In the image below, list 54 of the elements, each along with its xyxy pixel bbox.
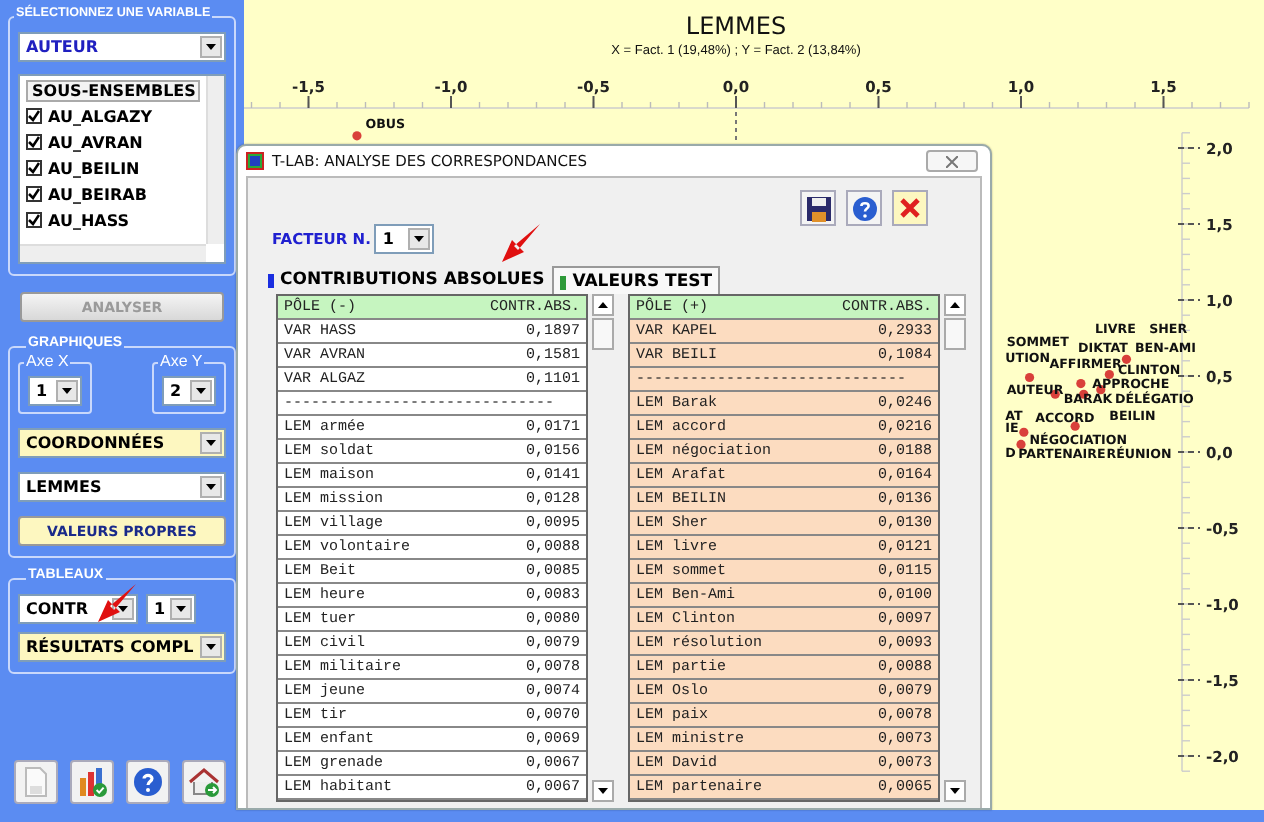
list-item[interactable]: AU_AVRAN	[48, 133, 143, 151]
scrollbar[interactable]	[206, 76, 224, 244]
axis-y-select[interactable]: 2	[162, 376, 216, 406]
factor-select[interactable]: 1	[146, 594, 196, 624]
caret-icon[interactable]	[200, 636, 222, 658]
checkbox[interactable]	[26, 134, 42, 150]
list-item[interactable]: AU_HASS	[48, 211, 129, 229]
save-icon[interactable]	[800, 190, 836, 226]
scroll-thumb[interactable]	[944, 318, 966, 350]
down-arrow-icon[interactable]	[950, 788, 960, 794]
checkbox[interactable]	[26, 160, 42, 176]
variable-select[interactable]: AUTEUR	[18, 32, 226, 62]
lemmas-select[interactable]: LEMMES	[18, 472, 226, 502]
scroll-thumb[interactable]	[592, 318, 614, 350]
caret-icon[interactable]	[200, 476, 222, 498]
chart-check-icon[interactable]	[70, 760, 114, 804]
down-arrow-icon[interactable]	[598, 788, 608, 794]
table-select[interactable]: CONTR	[18, 594, 138, 624]
subset-list[interactable]: SOUS-ENSEMBLES AU_ALGAZY AU_AVRAN AU_BEILIN AU_BEIRAB AU_HASS	[18, 74, 226, 264]
caret-icon[interactable]	[170, 598, 192, 620]
pointer-arrow-icon	[94, 582, 138, 626]
list-item[interactable]: AU_BEIRAB	[48, 185, 147, 203]
scrollbar[interactable]	[944, 294, 966, 802]
checkbox[interactable]	[26, 108, 42, 124]
list-item[interactable]: AU_ALGAZY	[48, 107, 153, 125]
close-icon[interactable]	[926, 150, 978, 172]
app-icon	[246, 152, 264, 170]
caret-icon[interactable]	[200, 432, 222, 454]
caret-icon[interactable]	[408, 228, 431, 250]
results-select[interactable]: RÉSULTATS COMPL	[18, 632, 226, 662]
factor-select[interactable]: 1	[374, 224, 435, 254]
coordinates-select[interactable]: COORDONNÉES	[18, 428, 226, 458]
checkbox[interactable]	[26, 186, 42, 202]
close-icon[interactable]	[892, 190, 928, 226]
checkbox[interactable]	[26, 212, 42, 228]
zero-line	[735, 111, 737, 145]
axis-label: Axe Y	[158, 352, 205, 370]
caret-icon[interactable]	[56, 380, 78, 402]
list-item[interactable]: AU_BEILIN	[48, 159, 140, 177]
list-header: SOUS-ENSEMBLES	[26, 80, 200, 102]
chart-title: LEMMES	[685, 12, 787, 40]
help-icon[interactable]	[126, 760, 170, 804]
home-icon[interactable]	[182, 760, 226, 804]
scrollbar[interactable]	[20, 244, 206, 262]
scrollbar[interactable]	[592, 294, 614, 802]
help-icon[interactable]	[846, 190, 882, 226]
caret-icon[interactable]	[200, 36, 222, 58]
axis-x-select[interactable]: 1	[28, 376, 82, 406]
axis-label: Axe X	[24, 352, 71, 370]
tab[interactable]: VALEURS TEST	[552, 266, 721, 294]
caret-icon[interactable]	[190, 380, 212, 402]
up-arrow-icon[interactable]	[950, 302, 960, 308]
pointer-arrow-icon	[498, 222, 542, 266]
up-arrow-icon[interactable]	[598, 302, 608, 308]
